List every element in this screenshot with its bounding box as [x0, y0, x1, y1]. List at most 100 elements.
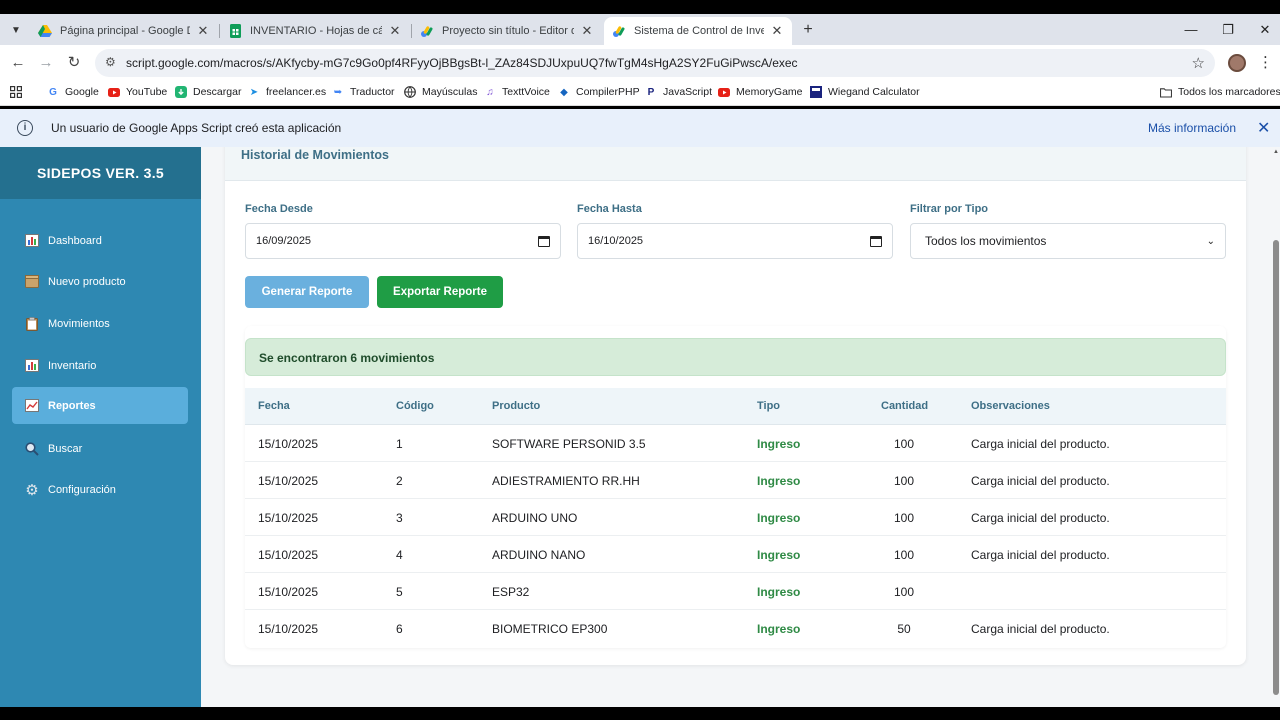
youtube-icon [718, 86, 730, 98]
url-text[interactable]: script.google.com/macros/s/AKfycby-mG7c9… [126, 56, 798, 70]
sidebar-item-label: Movimientos [48, 317, 110, 330]
bookmark-descargar[interactable]: Descargar [175, 86, 241, 98]
cell-producto: ARDUINO UNO [492, 511, 578, 525]
cell-cantidad: 100 [893, 548, 915, 562]
google-icon: G [49, 86, 57, 98]
site-settings-icon[interactable]: ⚙ [105, 55, 116, 69]
sidebar-item-dashboard[interactable]: Dashboard [12, 222, 188, 259]
apps-grid-icon[interactable] [10, 86, 22, 98]
tab-search-icon[interactable]: ▼ [6, 20, 26, 40]
compiler-icon: ◆ [560, 86, 568, 98]
export-report-button[interactable]: Exportar Reporte [377, 276, 503, 308]
app-viewport: SIDEPOS VER. 3.5 Dashboard Nuevo product… [0, 147, 1280, 707]
apps-script-icon [612, 24, 626, 38]
bookmark-compilerphp[interactable]: ◆ CompilerPHP [558, 86, 639, 98]
address-bar[interactable]: ⚙ script.google.com/macros/s/AKfycby-mG7… [95, 49, 1215, 77]
close-window-icon[interactable]: ✕ [1255, 20, 1275, 40]
sidebar-item-configuracion[interactable]: ⚙ Configuración [12, 471, 188, 508]
gear-icon: ⚙ [25, 481, 39, 499]
more-menu-icon[interactable]: ⋮ [1258, 53, 1273, 71]
reload-icon[interactable]: ↻ [64, 53, 84, 73]
tab-sistema-inventario[interactable]: Sistema de Control de Inventar ✕ [604, 17, 792, 45]
bookmark-star-icon[interactable]: ☆ [1192, 54, 1205, 72]
close-tab-icon[interactable]: ✕ [580, 23, 594, 39]
bookmark-google[interactable]: G Google [47, 86, 99, 98]
calendar-icon[interactable] [538, 235, 550, 247]
sidebar-item-nuevo-producto[interactable]: Nuevo producto [12, 263, 188, 300]
date-from-input[interactable]: 16/09/2025 [245, 223, 561, 259]
cell-observaciones: Carga inicial del producto. [971, 511, 1110, 525]
bookmark-freelancer[interactable]: ➤ freelancer.es [248, 86, 326, 98]
cell-cantidad: 100 [893, 511, 915, 525]
download-icon [175, 86, 187, 98]
scrollbar-thumb[interactable] [1273, 240, 1279, 695]
results-alert: Se encontraron 6 movimientos [245, 338, 1226, 376]
column-header-tipo: Tipo [757, 400, 781, 412]
sheets-icon [228, 24, 242, 38]
bookmark-javascript[interactable]: P JavaScript [645, 86, 712, 98]
back-icon[interactable]: ← [8, 53, 28, 73]
sidebar-item-inventario[interactable]: Inventario [12, 347, 188, 384]
tab-google-drive[interactable]: Página principal - Google Drive ✕ [30, 17, 218, 45]
new-tab-icon[interactable]: + [798, 20, 818, 40]
cell-observaciones: Carga inicial del producto. [971, 437, 1110, 451]
tab-title: Sistema de Control de Inventar [634, 25, 764, 37]
close-icon[interactable]: ✕ [1257, 118, 1270, 138]
voice-icon: ♫ [486, 86, 494, 98]
tab-inventario-sheets[interactable]: INVENTARIO - Hojas de cálculo ✕ [220, 17, 410, 45]
close-tab-icon[interactable]: ✕ [196, 23, 210, 39]
tab-title: Página principal - Google Drive [60, 25, 190, 37]
cell-tipo: Ingreso [757, 474, 801, 488]
bookmark-traductor[interactable]: ➥ Traductor [332, 86, 395, 98]
all-bookmarks[interactable]: Todos los marcadores [1160, 86, 1280, 98]
date-from-label: Fecha Desde [245, 203, 313, 215]
date-from-value: 16/09/2025 [256, 235, 312, 247]
restore-icon[interactable]: ❐ [1218, 20, 1238, 40]
forward-icon[interactable]: → [36, 53, 56, 73]
cell-cantidad: 50 [897, 622, 911, 636]
date-to-input[interactable]: 16/10/2025 [577, 223, 893, 259]
bookmark-label: Descargar [193, 86, 242, 98]
tab-apps-script-editor[interactable]: Proyecto sin título - Editor del p ✕ [412, 17, 602, 45]
bookmark-memorygame[interactable]: MemoryGame [718, 86, 803, 98]
cell-producto: ADIESTRAMIENTO RR.HH [492, 474, 640, 488]
column-header-producto: Producto [492, 400, 541, 412]
warning-text: Un usuario de Google Apps Script creó es… [51, 121, 342, 135]
date-to-label: Fecha Hasta [577, 203, 642, 215]
sidebar-item-label: Inventario [48, 359, 97, 372]
sidebar: SIDEPOS VER. 3.5 Dashboard Nuevo product… [0, 147, 201, 707]
profile-avatar[interactable] [1228, 54, 1246, 72]
bookmark-label: Traductor [350, 86, 395, 98]
sidebar-item-buscar[interactable]: Buscar [12, 430, 188, 467]
bookmark-label: YouTube [126, 86, 168, 98]
close-tab-icon[interactable]: ✕ [388, 23, 402, 39]
close-tab-icon[interactable]: ✕ [770, 23, 784, 39]
scroll-up-arrow-icon[interactable]: ▲ [1273, 149, 1279, 155]
cell-tipo: Ingreso [757, 548, 801, 562]
cell-tipo: Ingreso [757, 511, 801, 525]
table-row: 15/10/2025 3 ARDUINO UNO Ingreso 100 Car… [245, 499, 1226, 536]
browser-tab-strip: ▼ Página principal - Google Drive ✕ INVE… [0, 14, 1280, 45]
youtube-icon [108, 86, 120, 98]
bookmark-label: freelancer.es [266, 86, 327, 98]
sidebar-item-movimientos[interactable]: Movimientos [12, 305, 188, 342]
bookmark-wiegand[interactable]: Wiegand Calculator [810, 86, 920, 98]
bookmark-mayusculas[interactable]: Mayúsculas [404, 86, 477, 98]
translate-icon: ➥ [333, 86, 343, 98]
cell-fecha: 15/10/2025 [258, 474, 319, 488]
cell-observaciones: Carga inicial del producto. [971, 474, 1110, 488]
calendar-icon[interactable] [870, 235, 882, 247]
cell-codigo: 4 [396, 548, 403, 562]
sidebar-item-reportes[interactable]: Reportes [12, 387, 188, 424]
cell-producto: ESP32 [492, 585, 530, 599]
type-filter-select[interactable]: Todos los movimientos ⌄ [910, 223, 1226, 259]
javascript-icon: P [647, 86, 655, 98]
page-scrollbar[interactable]: ▲ [1272, 147, 1280, 707]
main-content: Historial de Movimientos Fecha Desde 16/… [201, 147, 1272, 707]
more-info-link[interactable]: Más información [1148, 121, 1236, 135]
minimize-icon[interactable]: — [1181, 20, 1201, 40]
bookmark-youtube[interactable]: YouTube [108, 86, 167, 98]
bookmark-texttvoice[interactable]: ♫ TexttVoice [484, 86, 550, 98]
column-header-cantidad: Cantidad [881, 400, 929, 412]
generate-report-button[interactable]: Generar Reporte [245, 276, 369, 308]
